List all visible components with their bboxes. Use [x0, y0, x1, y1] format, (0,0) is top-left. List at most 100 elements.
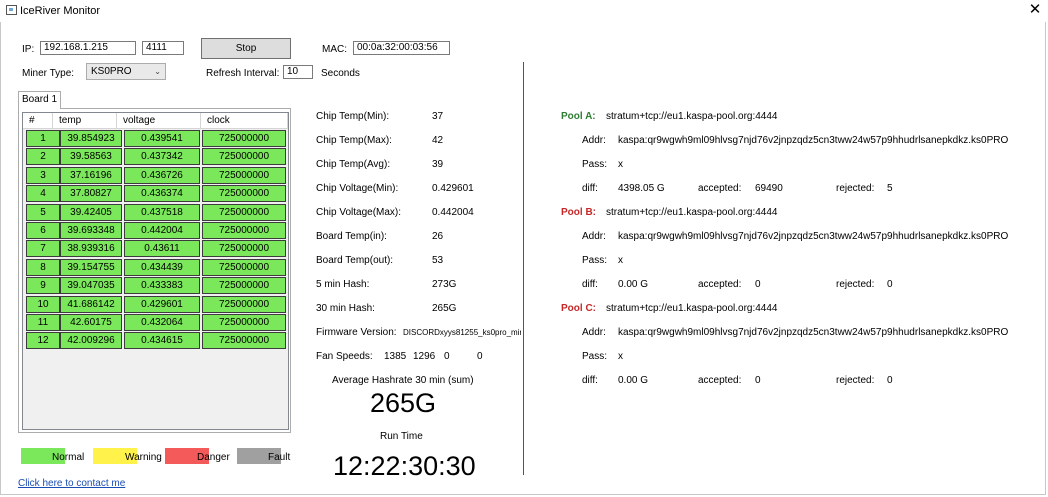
cell-temp[interactable]: 38.939316 — [60, 240, 122, 258]
cell-index[interactable]: 6 — [26, 222, 60, 239]
cell-index[interactable]: 10 — [26, 295, 60, 313]
cell-voltage[interactable]: 0.434439 — [124, 258, 200, 276]
cell-clock[interactable]: 725000000 — [202, 314, 286, 331]
column-header-voltage[interactable]: voltage — [117, 113, 201, 129]
cell-temp[interactable]: 41.686142 — [60, 295, 122, 313]
cell-clock[interactable]: 725000000 — [202, 258, 286, 276]
pool-accepted-value: 0 — [755, 279, 761, 290]
mac-label: MAC: — [322, 44, 347, 55]
pool-name: Pool C: — [561, 303, 596, 314]
legend-label-warning: Warning — [125, 452, 162, 463]
stat-value: 0.442004 — [432, 207, 474, 218]
fan-speeds-label: Fan Speeds: — [316, 351, 373, 362]
cell-temp[interactable]: 39.58563 — [60, 148, 122, 166]
cell-clock[interactable]: 725000000 — [202, 332, 286, 350]
cell-index[interactable]: 12 — [26, 332, 60, 350]
vertical-divider — [523, 62, 524, 475]
column-header-clock[interactable]: clock — [201, 113, 288, 129]
pool-diff-label: diff: — [582, 279, 598, 290]
cell-clock[interactable]: 725000000 — [202, 166, 286, 184]
stat-value: 42 — [432, 135, 444, 146]
column-header-temp[interactable]: temp — [53, 113, 117, 129]
refresh-unit-label: Seconds — [321, 68, 360, 79]
cell-temp[interactable]: 42.60175 — [60, 314, 122, 331]
close-icon[interactable]: ✕ — [1027, 2, 1043, 18]
cell-voltage[interactable]: 0.436374 — [124, 185, 200, 203]
mac-field[interactable]: 00:0a:32:00:03:56 — [353, 41, 450, 55]
cell-voltage[interactable]: 0.437342 — [124, 148, 200, 166]
cell-voltage[interactable]: 0.433383 — [124, 277, 200, 295]
fan-speed-3: 0 — [444, 351, 450, 362]
cell-temp[interactable]: 42.009296 — [60, 332, 122, 350]
stat-value: 26 — [432, 231, 444, 242]
cell-clock[interactable]: 725000000 — [202, 148, 286, 166]
cell-index[interactable]: 4 — [26, 185, 60, 203]
pool-rejected-label: rejected: — [836, 183, 875, 194]
pool-pass-label: Pass: — [582, 351, 608, 362]
firmware-label: Firmware Version: — [316, 327, 397, 338]
pool-url: stratum+tcp://eu1.kaspa-pool.org:4444 — [606, 111, 778, 122]
legend-label-fault: Fault — [268, 452, 291, 463]
legend-label-danger: Danger — [197, 452, 230, 463]
stat-label: Chip Temp(Avg): — [316, 159, 391, 170]
cell-clock[interactable]: 725000000 — [202, 222, 286, 239]
cell-clock[interactable]: 725000000 — [202, 240, 286, 258]
pool-addr-label: Addr: — [582, 135, 606, 146]
pool-rejected-value: 0 — [887, 375, 893, 386]
pool-url: stratum+tcp://eu1.kaspa-pool.org:4444 — [606, 303, 778, 314]
cell-voltage[interactable]: 0.43611 — [124, 240, 200, 258]
cell-temp[interactable]: 39.693348 — [60, 222, 122, 239]
miner-type-select[interactable]: KS0PRO ⌄ — [86, 63, 166, 80]
cell-temp[interactable]: 39.42405 — [60, 203, 122, 221]
stat-label: Chip Temp(Max): — [316, 135, 392, 146]
cell-voltage[interactable]: 0.429601 — [124, 295, 200, 313]
cell-clock[interactable]: 725000000 — [202, 130, 286, 147]
cell-index[interactable]: 7 — [26, 240, 60, 258]
stat-value: 39 — [432, 159, 444, 170]
ip-label: IP: — [22, 44, 35, 55]
tab-board-1[interactable]: Board 1 — [18, 91, 61, 109]
pool-addr-label: Addr: — [582, 327, 606, 338]
port-input[interactable]: 4111 — [142, 41, 184, 55]
cell-index[interactable]: 8 — [26, 258, 60, 276]
refresh-interval-input[interactable]: 10 — [283, 65, 313, 79]
cell-temp[interactable]: 37.16196 — [60, 166, 122, 184]
cell-index[interactable]: 1 — [26, 130, 60, 147]
cell-temp[interactable]: 39.154755 — [60, 258, 122, 276]
contact-link[interactable]: Click here to contact me — [18, 478, 125, 489]
avg-hashrate-value: 265G — [370, 388, 437, 418]
cell-index[interactable]: 9 — [26, 277, 60, 295]
pool-addr-value: kaspa:qr9wgwh9ml09hlvsg7njd76v2jnpzqdz5c… — [618, 231, 1009, 242]
ip-input[interactable]: 192.168.1.215 — [40, 41, 136, 55]
cell-voltage[interactable]: 0.437518 — [124, 203, 200, 221]
cell-index[interactable]: 11 — [26, 314, 60, 331]
stat-value: 265G — [432, 303, 457, 314]
stat-label: 30 min Hash: — [316, 303, 375, 314]
fan-speed-2: 1296 — [413, 351, 436, 362]
cell-index[interactable]: 2 — [26, 148, 60, 166]
cell-voltage[interactable]: 0.442004 — [124, 222, 200, 239]
pool-addr-value: kaspa:qr9wgwh9ml09hlvsg7njd76v2jnpzqdz5c… — [618, 135, 1009, 146]
pool-accepted-value: 0 — [755, 375, 761, 386]
stop-button[interactable]: Stop — [201, 38, 291, 59]
cell-temp[interactable]: 39.854923 — [60, 130, 122, 147]
cell-clock[interactable]: 725000000 — [202, 277, 286, 295]
cell-voltage[interactable]: 0.439541 — [124, 130, 200, 147]
cell-temp[interactable]: 37.80827 — [60, 185, 122, 203]
cell-voltage[interactable]: 0.432064 — [124, 314, 200, 331]
cell-temp[interactable]: 39.047035 — [60, 277, 122, 295]
cell-clock[interactable]: 725000000 — [202, 203, 286, 221]
column-header-index[interactable]: # — [23, 113, 53, 129]
refresh-interval-label: Refresh Interval: — [206, 68, 280, 79]
cell-voltage[interactable]: 0.434615 — [124, 332, 200, 350]
cell-index[interactable]: 5 — [26, 203, 60, 221]
cell-clock[interactable]: 725000000 — [202, 185, 286, 203]
pool-accepted-label: accepted: — [698, 279, 742, 290]
stat-value: 0.429601 — [432, 183, 474, 194]
pool-diff-value: 0.00 G — [618, 375, 649, 386]
pool-diff-label: diff: — [582, 375, 598, 386]
pool-addr-value: kaspa:qr9wgwh9ml09hlvsg7njd76v2jnpzqdz5c… — [618, 327, 1009, 338]
cell-index[interactable]: 3 — [26, 166, 60, 184]
cell-voltage[interactable]: 0.436726 — [124, 166, 200, 184]
cell-clock[interactable]: 725000000 — [202, 295, 286, 313]
